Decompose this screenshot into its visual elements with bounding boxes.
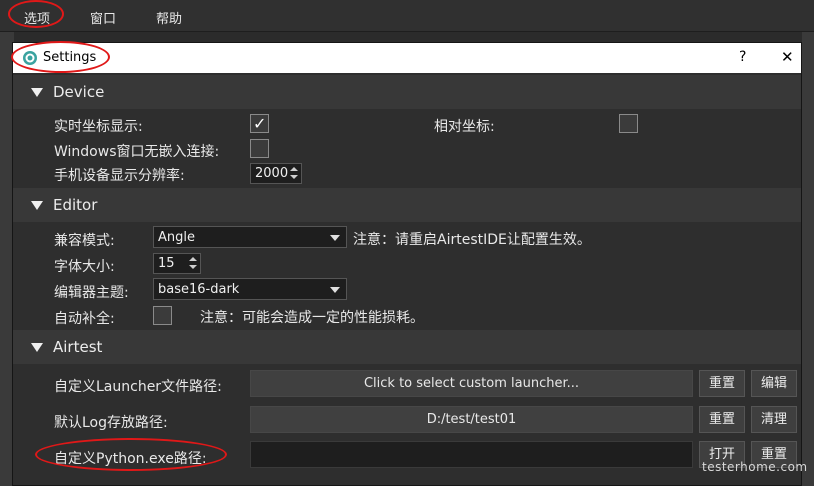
resolution-value: 2000 xyxy=(255,166,289,181)
resolution-label: 手机设备显示分辨率: xyxy=(54,168,185,184)
log-reset-button[interactable]: 重置 xyxy=(699,406,745,433)
font-size-spinbox[interactable]: 15 xyxy=(153,253,201,274)
launcher-path-field[interactable]: Click to select custom launcher... xyxy=(250,370,693,397)
app-menubar: 选项 窗口 帮助 xyxy=(0,0,814,32)
compat-mode-value: Angle xyxy=(158,230,195,245)
log-path-value: D:/test/test01 xyxy=(426,412,517,427)
compat-mode-label: 兼容模式: xyxy=(54,233,115,249)
chevron-down-icon xyxy=(330,287,340,293)
log-path-label: 默认Log存放路径: xyxy=(54,415,168,431)
background-panel-right xyxy=(802,32,814,486)
theme-label: 编辑器主题: xyxy=(54,285,129,301)
help-button[interactable]: ? xyxy=(739,49,746,65)
realtime-coords-label: 实时坐标显示: xyxy=(54,119,143,135)
windows-embed-checkbox[interactable] xyxy=(250,139,269,158)
watermark: testerhome.com xyxy=(702,460,808,474)
section-editor-title: Editor xyxy=(53,196,98,214)
theme-select[interactable]: base16-dark xyxy=(153,278,347,300)
log-path-field[interactable]: D:/test/test01 xyxy=(250,406,693,433)
autocomplete-checkbox[interactable] xyxy=(153,306,172,325)
section-airtest-header[interactable]: Airtest xyxy=(13,330,801,364)
settings-dialog: Settings ? ✕ Device 实时坐标显示: ✓ 相对坐标: Wind… xyxy=(12,42,802,486)
spin-arrows-icon[interactable] xyxy=(290,165,298,182)
compat-mode-select[interactable]: Angle xyxy=(153,226,347,248)
dialog-titlebar: Settings ? ✕ xyxy=(13,43,801,73)
launcher-reset-button[interactable]: 重置 xyxy=(699,370,745,397)
highlight-ellipse-settings-title xyxy=(11,41,110,73)
collapse-triangle-icon xyxy=(31,201,43,210)
autocomplete-note: 注意：可能会造成一定的性能损耗。 xyxy=(200,310,424,326)
resolution-spinbox[interactable]: 2000 xyxy=(250,163,302,184)
chevron-down-icon xyxy=(330,235,340,241)
font-size-label: 字体大小: xyxy=(54,259,115,275)
menu-help[interactable]: 帮助 xyxy=(156,8,182,27)
launcher-edit-button[interactable]: 编辑 xyxy=(751,370,797,397)
python-path-field[interactable] xyxy=(250,441,693,468)
section-device-title: Device xyxy=(53,83,105,101)
font-size-value: 15 xyxy=(158,256,175,271)
section-airtest-title: Airtest xyxy=(53,338,103,356)
compat-mode-note: 注意：请重启AirtestIDE让配置生效。 xyxy=(353,232,591,248)
launcher-path-value: Click to select custom launcher... xyxy=(363,376,580,391)
spin-arrows-icon[interactable] xyxy=(189,255,197,272)
theme-value: base16-dark xyxy=(158,282,240,297)
section-device-header[interactable]: Device xyxy=(13,75,801,109)
menu-window[interactable]: 窗口 xyxy=(90,8,116,27)
checkmark-icon: ✓ xyxy=(253,114,267,133)
relative-coords-label: 相对坐标: xyxy=(434,119,495,135)
section-editor-header[interactable]: Editor xyxy=(13,188,801,222)
launcher-path-label: 自定义Launcher文件路径: xyxy=(54,379,222,395)
windows-embed-label: Windows窗口无嵌入连接: xyxy=(54,144,220,160)
close-button[interactable]: ✕ xyxy=(781,48,794,66)
realtime-coords-checkbox[interactable]: ✓ xyxy=(250,114,269,133)
autocomplete-label: 自动补全: xyxy=(54,311,115,327)
highlight-ellipse-options-menu xyxy=(8,0,64,28)
collapse-triangle-icon xyxy=(31,88,43,97)
relative-coords-checkbox[interactable] xyxy=(619,114,638,133)
log-clear-button[interactable]: 清理 xyxy=(751,406,797,433)
highlight-ellipse-python-path xyxy=(35,438,227,471)
collapse-triangle-icon xyxy=(31,343,43,352)
